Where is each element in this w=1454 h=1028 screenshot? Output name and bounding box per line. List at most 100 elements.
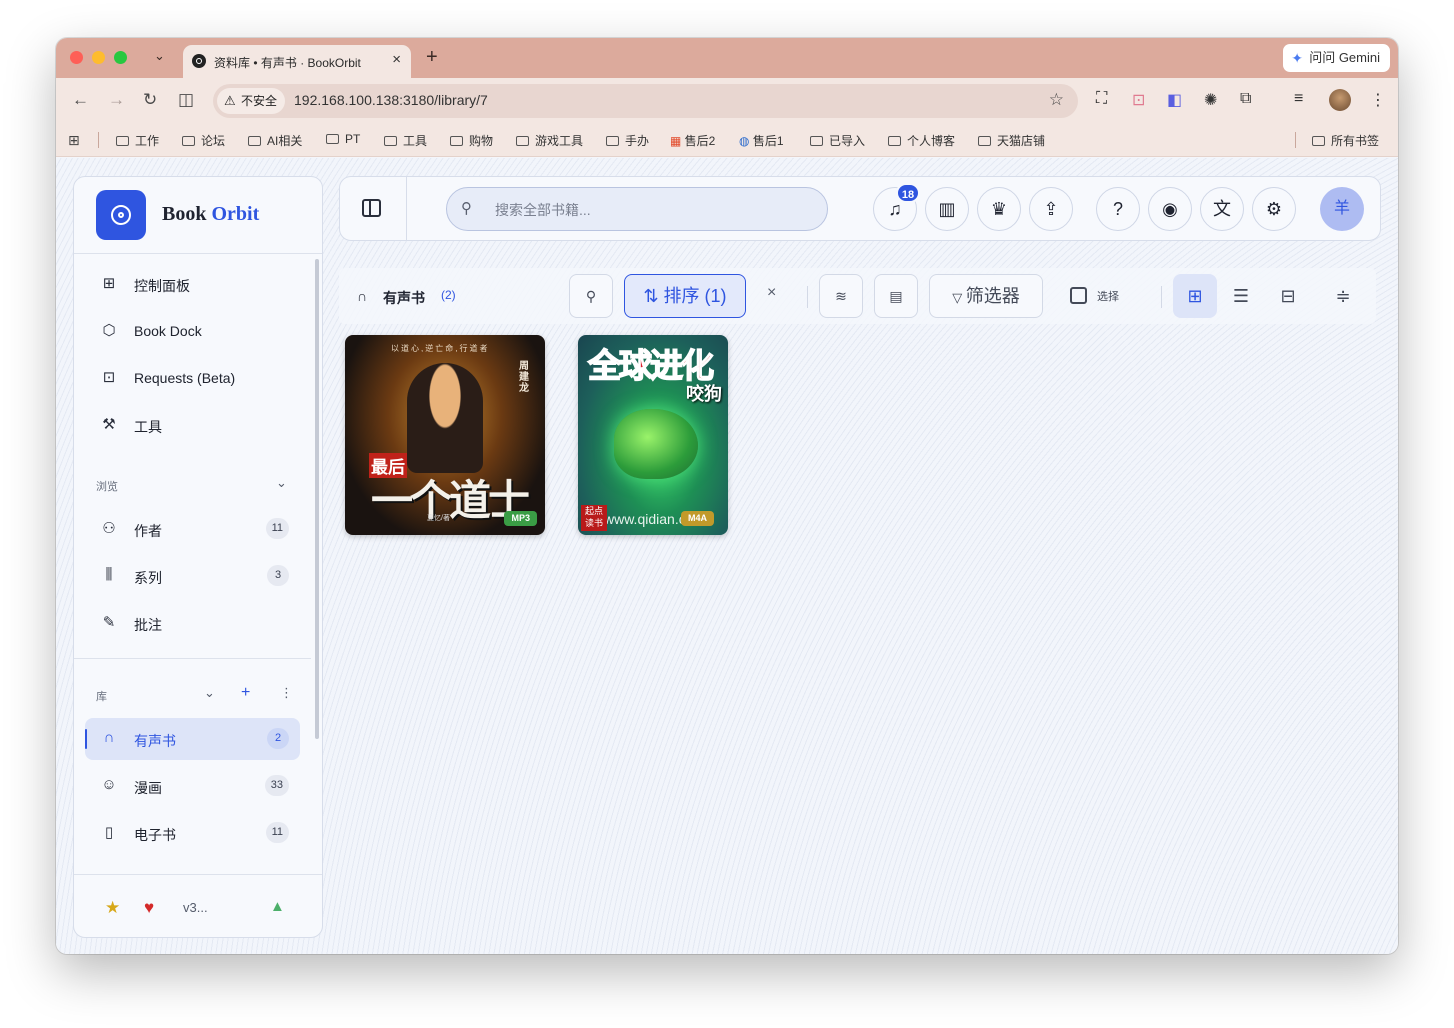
bookmark-folder[interactable]: 游戏工具 — [516, 132, 583, 149]
maximize-window-button[interactable] — [114, 51, 127, 64]
sidebar-item-book-dock[interactable]: ⬡ Book Dock — [85, 310, 300, 352]
sidebar-scrollbar[interactable] — [315, 259, 319, 739]
tab-list-chevron-icon[interactable]: ⌄ — [154, 48, 165, 64]
library-more-icon[interactable]: ⋮ — [280, 685, 293, 701]
windows-logo-icon: ▦ — [670, 134, 685, 148]
android-icon[interactable]: ▲ — [270, 898, 285, 915]
apps-grid-icon[interactable]: ⊞ — [68, 132, 80, 149]
folder-icon — [384, 136, 397, 146]
bookmark-link[interactable]: ◍ 售后1 — [739, 132, 784, 149]
bookmark-folder[interactable]: 论坛 — [182, 132, 225, 149]
sidebar-item-dashboard[interactable]: ⊞ 控制面板 — [85, 263, 300, 305]
bookmark-star-icon[interactable]: ☆ — [1049, 90, 1064, 110]
folder-icon — [516, 136, 529, 146]
app-logo[interactable] — [96, 190, 146, 240]
new-tab-plus-icon[interactable]: + — [426, 46, 438, 69]
close-window-button[interactable] — [70, 51, 83, 64]
achievements-button[interactable]: ♛ — [977, 187, 1021, 231]
address-bar[interactable]: ⚠ 不安全 192.168.100.138:3180/library/7 ☆ — [213, 84, 1078, 118]
sidebar-item-annotations[interactable]: ✎ 批注 — [85, 602, 300, 644]
extension-tools-icon[interactable]: ⛶ — [1096, 90, 1107, 108]
minimize-window-button[interactable] — [92, 51, 105, 64]
library-search-button[interactable]: ⚲ — [569, 274, 613, 318]
sidebar-toggle-button[interactable] — [340, 177, 407, 240]
book-card[interactable]: 全球进化 咬狗 www.qidian.com 起点读书 M4A — [578, 335, 728, 535]
library-title: 有声书 — [383, 290, 425, 306]
folder-icon — [326, 134, 339, 144]
notifications-button[interactable]: ♫ 18 — [873, 183, 920, 231]
sidebar-item-authors[interactable]: ⚇ 作者 11 — [85, 508, 300, 550]
settings-button[interactable]: ⚙ — [1252, 187, 1296, 231]
active-tab[interactable]: 资料库 • 有声书 · BookOrbit × — [183, 45, 411, 78]
select-label[interactable]: 选择 — [1097, 288, 1119, 304]
sidebar-item-comics[interactable]: ☺ 漫画 33 — [85, 765, 300, 807]
library-collapse-chevron-icon[interactable]: ⌄ — [204, 685, 215, 701]
bookmark-link[interactable]: ▦ 售后2 — [670, 132, 715, 149]
forward-arrow-icon[interactable]: → — [108, 90, 125, 110]
extension-bilibili-icon[interactable]: ⊡ — [1132, 90, 1145, 110]
sidebar-item-series[interactable]: ⫼ 系列 3 — [85, 555, 300, 597]
user-avatar-button[interactable]: 羊 — [1320, 187, 1364, 231]
sort-button[interactable]: ⇅ 排序 (1) — [624, 274, 746, 318]
app-area: Book Orbit ⊞ 控制面板 ⬡ Book Dock ⊡ Requests… — [56, 158, 1398, 954]
bookmark-folder[interactable]: 工具 — [384, 132, 427, 149]
bookmark-folder[interactable]: AI相关 — [248, 132, 302, 149]
sidebar-item-label: 工具 — [134, 419, 162, 435]
upload-button[interactable]: ⇪ — [1029, 187, 1073, 231]
stats-button[interactable]: ▥ — [925, 187, 969, 231]
media-queue-icon[interactable]: ≡ — [1294, 90, 1303, 108]
table-view-button[interactable]: ⊟ — [1266, 274, 1310, 318]
bookmark-folder[interactable]: 个人博客 — [888, 132, 955, 149]
select-checkbox[interactable] — [1070, 287, 1087, 304]
language-button[interactable]: 文 — [1200, 187, 1244, 231]
headphones-icon: ∩ — [103, 729, 115, 746]
sidebar-item-audiobooks[interactable]: ∩ 有声书 2 — [85, 718, 300, 760]
sidebar-item-ebooks[interactable]: ▯ 电子书 11 — [85, 812, 300, 854]
extension-openai-icon[interactable]: ✺ — [1204, 90, 1217, 110]
reload-icon[interactable]: ↻ — [143, 90, 157, 110]
help-button[interactable]: ? — [1096, 187, 1140, 231]
add-library-plus-icon[interactable]: + — [241, 684, 250, 702]
extension-purple-icon[interactable]: ◧ — [1167, 90, 1182, 110]
bookmark-folder[interactable]: PT — [326, 132, 360, 146]
search-bar[interactable]: ⚲ — [446, 187, 828, 231]
grid-view-button[interactable]: ⊞ — [1173, 274, 1217, 318]
version-label[interactable]: v3... — [183, 900, 208, 915]
bookmark-folder[interactable]: 天猫店铺 — [978, 132, 1045, 149]
tab-close-icon[interactable]: × — [392, 51, 401, 68]
cat-face-icon: ☺ — [101, 776, 117, 793]
back-arrow-icon[interactable]: ← — [72, 90, 89, 110]
sidebar-item-requests[interactable]: ⊡ Requests (Beta) — [85, 357, 300, 399]
heart-icon[interactable]: ♥ — [144, 898, 154, 918]
profile-avatar[interactable] — [1329, 89, 1351, 111]
bookmark-folder[interactable]: 工作 — [116, 132, 159, 149]
dashboard-icon: ⊞ — [102, 275, 116, 292]
ask-gemini-button[interactable]: ✦ 问问 Gemini — [1283, 44, 1390, 72]
search-input[interactable] — [495, 199, 805, 221]
bookorbit-favicon-icon — [192, 54, 206, 68]
sidebar-item-label: 批注 — [134, 617, 162, 633]
view-settings-button[interactable]: ≑ — [1321, 274, 1365, 318]
reading-mode-icon[interactable]: ◫ — [178, 90, 194, 110]
bookmark-folder[interactable]: 已导入 — [810, 132, 865, 149]
book-card[interactable]: 以道心,逆亡命,行道者 周建龙 一个道士 最后 夏忆/著 MP3 — [345, 335, 545, 535]
sidebar-item-tools[interactable]: ⚒ 工具 — [85, 404, 300, 446]
all-bookmarks-folder[interactable]: 所有书签 — [1312, 132, 1379, 149]
clear-sort-close-icon[interactable]: × — [767, 284, 776, 302]
list-view-button[interactable]: ☰ — [1219, 274, 1263, 318]
warning-triangle-icon: ⚠ — [224, 93, 236, 108]
url-text[interactable]: 192.168.100.138:3180/library/7 — [294, 92, 488, 108]
extensions-puzzle-icon[interactable]: ⧉ — [1240, 90, 1251, 108]
star-icon[interactable]: ★ — [105, 898, 120, 918]
browse-section-label: 浏览 — [96, 481, 118, 493]
browse-collapse-chevron-icon[interactable]: ⌄ — [276, 475, 287, 491]
library-section-label: 库 — [96, 691, 107, 703]
bookmark-folder[interactable]: 购物 — [450, 132, 493, 149]
theme-button[interactable]: ◉ — [1148, 187, 1192, 231]
bookmark-folder[interactable]: 手办 — [606, 132, 649, 149]
more-menu-icon[interactable]: ⋮ — [1370, 90, 1386, 110]
not-secure-chip[interactable]: ⚠ 不安全 — [217, 88, 286, 114]
file-button[interactable]: ▤ — [874, 274, 918, 318]
group-button[interactable]: ≋ — [819, 274, 863, 318]
filter-button[interactable]: ▽ 筛选器 — [929, 274, 1043, 318]
